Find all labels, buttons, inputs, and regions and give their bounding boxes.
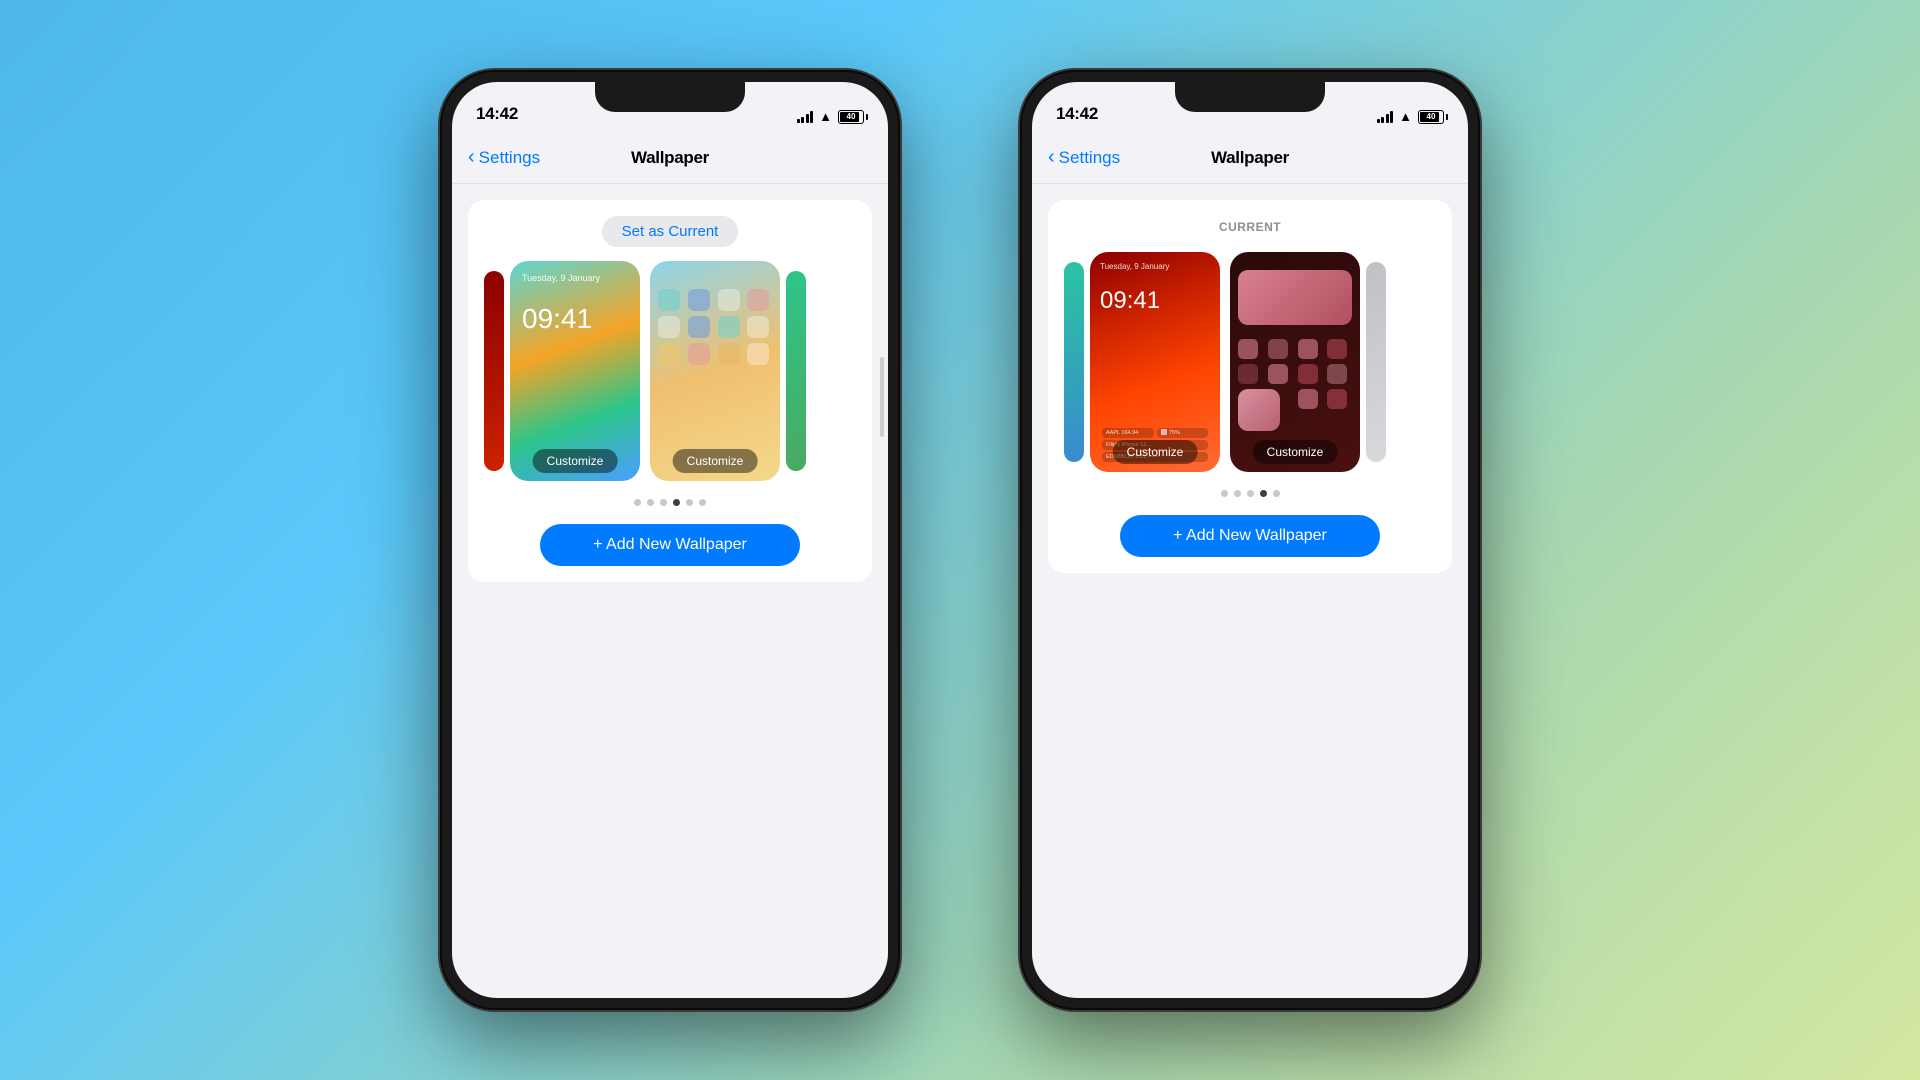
notch-right (1175, 82, 1325, 112)
add-wallpaper-btn-left[interactable]: + Add New Wallpaper (540, 524, 800, 566)
home-widget-large (1238, 270, 1352, 325)
dot-2 (647, 499, 654, 506)
app-icon-large (1238, 389, 1280, 431)
status-icons-left: ▲ 40 (797, 109, 864, 124)
page-indicators-right (1221, 486, 1280, 501)
side-peek-right-next (1366, 262, 1386, 462)
back-chevron-right: ‹ (1048, 147, 1055, 167)
homescreen-preview-right[interactable]: Customize (1230, 252, 1360, 472)
lockscreen-preview-right[interactable]: Tuesday, 9 January 09:41 AAPL 164.94 ⬜ 7… (1090, 252, 1220, 472)
page-title-right: Wallpaper (1211, 148, 1289, 168)
iphone-right: 14:42 ▲ 40 ‹ Settings Wal (1020, 70, 1480, 1010)
page-indicators-left (634, 495, 706, 510)
side-peek-right-prev (1064, 262, 1084, 462)
wifi-icon-right: ▲ (1399, 109, 1412, 124)
iphone-left-screen: 14:42 ▲ 40 ‹ Settings Wal (452, 82, 888, 998)
wallpaper-container-right: Tuesday, 9 January 09:41 AAPL 164.94 ⬜ 7… (1064, 252, 1436, 472)
lockscreen-preview-left[interactable]: Tuesday, 9 January 09:41 Customize (510, 261, 640, 481)
homescreen-preview-left[interactable]: Customize (650, 261, 780, 481)
back-button-right[interactable]: ‹ Settings (1048, 148, 1120, 168)
status-time-right: 14:42 (1056, 104, 1098, 124)
signal-icon-left (797, 111, 814, 123)
set-as-current-button[interactable]: Set as Current (602, 216, 739, 247)
screen-content-right: CURRENT Tuesday, 9 January 09:41 (1032, 184, 1468, 589)
scroll-indicator-left (880, 357, 884, 437)
back-label-left[interactable]: Settings (479, 148, 540, 168)
dot-1 (634, 499, 641, 506)
rdot-2 (1234, 490, 1241, 497)
customize-lock-btn-right[interactable]: Customize (1113, 440, 1198, 464)
status-icons-right: ▲ 40 (1377, 109, 1444, 124)
side-peek-left-prev (484, 271, 504, 471)
wallpaper-card-left: Set as Current Tuesday, 9 January 09:41 (468, 200, 872, 582)
dot-6 (699, 499, 706, 506)
lockscreen-red-wallpaper: Tuesday, 9 January 09:41 AAPL 164.94 ⬜ 7… (1090, 252, 1220, 472)
customize-home-btn-left[interactable]: Customize (673, 449, 758, 473)
notch-left (595, 82, 745, 112)
battery-right: 40 (1418, 110, 1444, 124)
rdot-1 (1221, 490, 1228, 497)
battery-left: 40 (838, 110, 864, 124)
dot-5 (686, 499, 693, 506)
app-grid-dark (1238, 339, 1352, 431)
nav-bar-left: ‹ Settings Wallpaper (452, 132, 888, 184)
signal-icon-right (1377, 111, 1394, 123)
customize-lock-btn-left[interactable]: Customize (533, 449, 618, 473)
status-time-left: 14:42 (476, 104, 518, 124)
homescreen-dark-wallpaper (1230, 252, 1360, 472)
rdot-3 (1247, 490, 1254, 497)
rdot-5 (1273, 490, 1280, 497)
wifi-icon-left: ▲ (819, 109, 832, 124)
current-label: CURRENT (1219, 216, 1281, 238)
dot-4-active (673, 499, 680, 506)
app-grid-left (658, 289, 772, 365)
customize-home-btn-right[interactable]: Customize (1253, 440, 1338, 464)
rdot-4-active (1260, 490, 1267, 497)
nav-bar-right: ‹ Settings Wallpaper (1032, 132, 1468, 184)
lockscreen-wallpaper: Tuesday, 9 January 09:41 (510, 261, 640, 481)
back-button-left[interactable]: ‹ Settings (468, 148, 540, 168)
back-chevron-left: ‹ (468, 147, 475, 167)
homescreen-wallpaper (650, 261, 780, 481)
screen-content-left: Set as Current Tuesday, 9 January 09:41 (452, 184, 888, 598)
iphone-left: 14:42 ▲ 40 ‹ Settings Wal (440, 70, 900, 1010)
page-title-left: Wallpaper (631, 148, 709, 168)
iphone-right-screen: 14:42 ▲ 40 ‹ Settings Wal (1032, 82, 1468, 998)
wallpaper-previews-right: Tuesday, 9 January 09:41 AAPL 164.94 ⬜ 7… (1090, 252, 1360, 472)
add-wallpaper-btn-right[interactable]: + Add New Wallpaper (1120, 515, 1380, 557)
wallpaper-previews-left: Tuesday, 9 January 09:41 Customize (510, 261, 780, 481)
side-peek-right-next (786, 271, 806, 471)
wallpaper-container-left: Tuesday, 9 January 09:41 Customize (484, 261, 856, 481)
wallpaper-card-right: CURRENT Tuesday, 9 January 09:41 (1048, 200, 1452, 573)
back-label-right[interactable]: Settings (1059, 148, 1120, 168)
dot-3 (660, 499, 667, 506)
